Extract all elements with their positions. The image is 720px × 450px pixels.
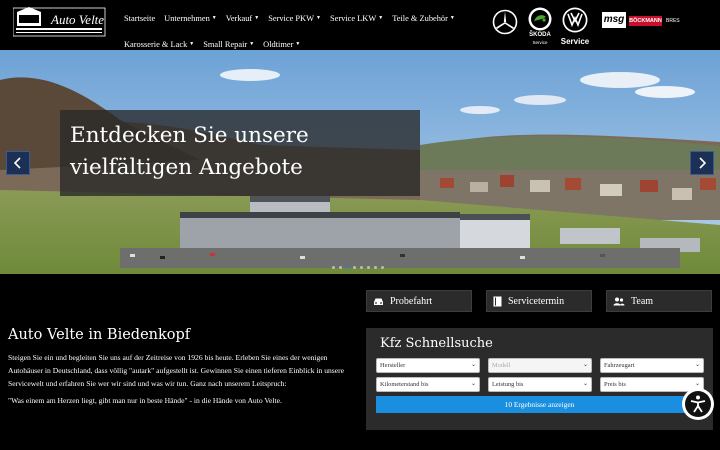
caret-down-icon: ▼ <box>449 15 455 21</box>
slider-prev-button[interactable] <box>6 151 30 175</box>
select-price-value: Preis bis <box>604 381 626 388</box>
book-icon <box>493 296 502 307</box>
nav-item-label: Teile & Zubehör <box>392 13 448 23</box>
select-manufacturer[interactable]: Hersteller ⌄ <box>376 358 480 373</box>
slider-dot[interactable] <box>374 266 377 269</box>
main-nav: Startseite Unternehmen ▼ Verkauf ▼ Service PK… <box>124 8 455 54</box>
accessibility-button[interactable] <box>682 388 714 420</box>
servicetermin-button[interactable]: Servicetermin <box>486 290 592 312</box>
mercedes-logo[interactable] <box>492 9 518 35</box>
site-header: Auto Velte Startseite Unternehmen ▼ Verkauf… <box>0 0 720 50</box>
caret-down-icon: ▼ <box>249 41 255 47</box>
hero-slider: Entdecken Sie unsere vielfältigen Angebo… <box>0 50 720 274</box>
users-icon <box>613 297 625 306</box>
skoda-service-label: Service <box>532 40 548 45</box>
skoda-label: ŠKODA Service <box>524 32 556 46</box>
select-manufacturer-value: Hersteller <box>380 362 406 369</box>
nav-item-teile-zubehör[interactable]: Teile & Zubehör ▼ <box>392 14 455 23</box>
quick-button-label: Servicetermin <box>508 295 565 307</box>
nav-item-label: Service PKW <box>268 13 315 23</box>
caret-down-icon: ▼ <box>316 15 321 21</box>
nav-item-label: Oldtimer <box>263 39 294 49</box>
caret-down-icon: ▼ <box>254 15 260 21</box>
nav-item-label: Unternehmen <box>164 13 210 23</box>
slider-dot[interactable] <box>332 266 335 269</box>
nav-item-verkauf[interactable]: Verkauf ▼ <box>226 14 259 23</box>
slider-dot[interactable] <box>381 266 384 269</box>
accessibility-icon <box>690 395 706 413</box>
nav-item-karosserie-lack[interactable]: Karosserie & Lack ▼ <box>124 40 194 49</box>
team-button[interactable]: Team <box>606 290 712 312</box>
caret-down-icon: ▼ <box>378 15 384 21</box>
quick-actions: Probefahrt Servicetermin Team <box>366 290 712 312</box>
slider-dot[interactable] <box>346 266 349 269</box>
quick-button-label: Team <box>631 295 654 307</box>
select-vehicle-type[interactable]: Fahrzeugart ⌄ <box>600 358 704 373</box>
nav-item-oldtimer[interactable]: Oldtimer ▼ <box>263 40 300 49</box>
chevron-down-icon: ⌄ <box>582 381 588 387</box>
nav-row-primary: Startseite Unternehmen ▼ Verkauf ▼ Service PK… <box>124 8 455 28</box>
select-model[interactable]: Modell ⌄ <box>488 358 592 373</box>
nav-item-small-repair[interactable]: Small Repair ▼ <box>203 40 254 49</box>
nav-item-label: Karosserie & Lack <box>124 39 188 49</box>
select-mileage-value: Kilometerstand bis <box>380 381 429 388</box>
about-quote: "Was einem am Herzen liegt, gibt man nur… <box>8 396 282 405</box>
vw-logo[interactable] <box>561 6 589 34</box>
probefahrt-button[interactable]: Probefahrt <box>366 290 472 312</box>
nav-item-service-pkw[interactable]: Service PKW ▼ <box>268 14 321 23</box>
msg-logo[interactable]: msg <box>602 12 626 28</box>
nav-item-service-lkw[interactable]: Service LKW ▼ <box>330 14 383 23</box>
select-vehicle-type-value: Fahrzeugart <box>604 362 635 369</box>
select-model-value: Modell <box>492 362 511 369</box>
bockmann-logo[interactable]: BÖCKMANN <box>629 16 662 26</box>
caret-down-icon: ▼ <box>189 41 195 47</box>
show-results-button[interactable]: 10 Ergebnisse anzeigen <box>376 396 703 413</box>
nav-item-label: Verkauf <box>225 13 253 23</box>
select-mileage[interactable]: Kilometerstand bis ⌄ <box>376 377 480 392</box>
hero-headline: Entdecken Sie unsere vielfältigen Angebo… <box>70 123 309 180</box>
select-power-value: Leistung bis <box>492 381 524 388</box>
nav-item-label: Small Repair <box>203 39 248 49</box>
chevron-left-icon <box>13 157 21 169</box>
auto-velte-logo[interactable]: Auto Velte <box>12 6 107 38</box>
quick-search-panel: Kfz Schnellsuche Hersteller ⌄ Modell ⌄ Fah… <box>366 328 713 430</box>
chevron-down-icon: ⌄ <box>470 381 476 387</box>
caret-down-icon: ▼ <box>295 41 301 47</box>
chevron-right-icon <box>699 157 707 169</box>
slider-dot[interactable] <box>353 266 356 269</box>
brendes-logo[interactable]: BRES <box>666 17 702 25</box>
quick-button-label: Probefahrt <box>390 295 433 307</box>
slider-next-button[interactable] <box>690 151 714 175</box>
nav-item-unternehmen[interactable]: Unternehmen ▼ <box>164 14 217 23</box>
slider-dot[interactable] <box>367 266 370 269</box>
caret-down-icon: ▼ <box>211 15 217 21</box>
chevron-down-icon: ⌄ <box>694 362 700 368</box>
select-power[interactable]: Leistung bis ⌄ <box>488 377 592 392</box>
skoda-logo[interactable] <box>527 6 553 32</box>
chevron-down-icon: ⌄ <box>470 362 476 368</box>
slider-dot[interactable] <box>360 266 363 269</box>
nav-item-startseite[interactable]: Startseite <box>124 14 155 23</box>
quick-search-title: Kfz Schnellsuche <box>380 336 493 351</box>
chevron-down-icon: ⌄ <box>582 362 588 368</box>
skoda-name: ŠKODA <box>529 32 551 38</box>
logo-text: Auto Velte <box>51 12 105 27</box>
about-title: Auto Velte in Biedenkopf <box>8 327 191 343</box>
slider-dot[interactable] <box>339 266 342 269</box>
vw-service-label: Service <box>560 37 590 46</box>
accessibility-icon-wrap <box>685 391 711 417</box>
nav-item-label: Service LKW <box>329 13 377 23</box>
about-text: Steigen Sie ein und begleiten Sie uns au… <box>8 353 345 388</box>
hero-headline-box: Entdecken Sie unsere vielfältigen Angebo… <box>60 110 420 196</box>
nav-item-label: Startseite <box>124 13 156 23</box>
car-icon <box>373 297 384 306</box>
content-section: Probefahrt Servicetermin Team Auto Velte i… <box>0 274 720 450</box>
brand-logos: ŠKODA Service Service msg BÖCKMANN BRES <box>490 6 720 50</box>
slider-pagination <box>332 266 384 269</box>
